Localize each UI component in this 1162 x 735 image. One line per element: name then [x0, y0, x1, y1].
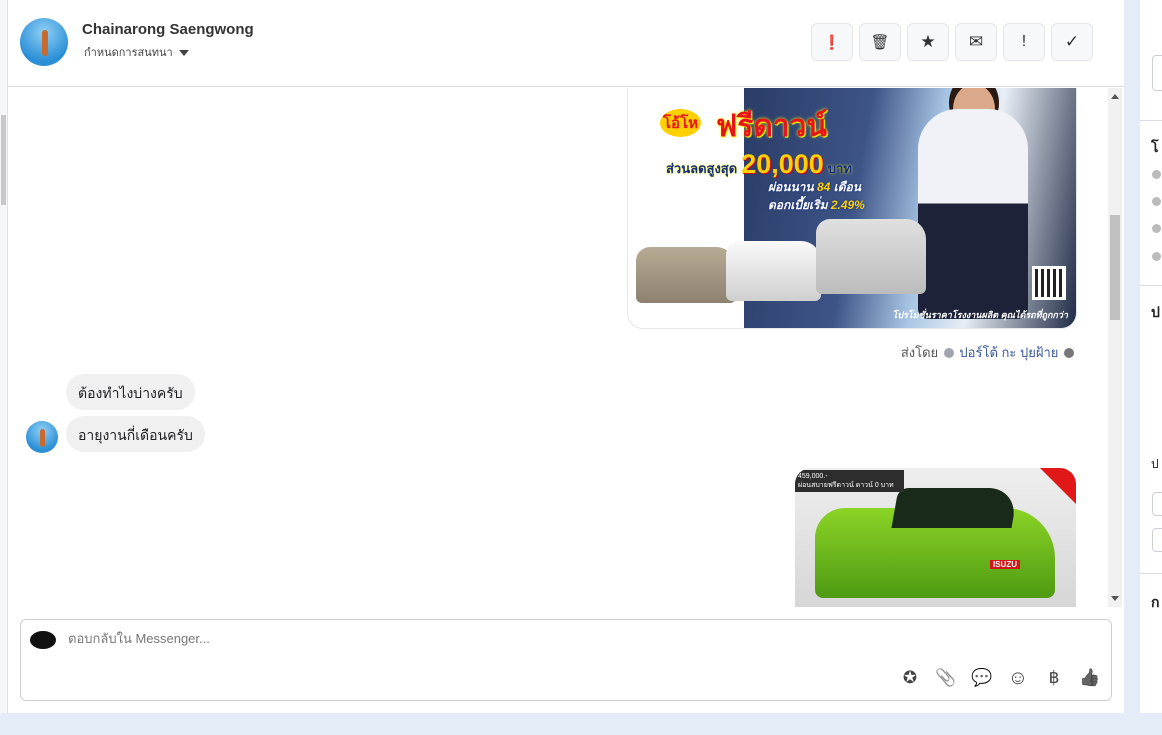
truck-caption: ผ่อนสบายฟรีดาวน์ ดาวน์ 0 บาท — [798, 482, 894, 489]
thread-scrollbar[interactable] — [1108, 88, 1122, 607]
reply-input[interactable] — [68, 631, 968, 646]
star-button[interactable]: ★ — [907, 23, 949, 61]
emoji-button[interactable]: ☺ — [1007, 667, 1029, 689]
assign-conversation-dropdown[interactable]: กำหนดการสนทนา — [84, 43, 189, 61]
car-silver — [636, 247, 736, 303]
installment-prefix: ผ่อนนาน — [768, 180, 814, 194]
like-button[interactable]: 👍 — [1079, 667, 1101, 689]
car-white-truck — [816, 219, 926, 294]
conversation-panel: Chainarong Saengwong กำหนดการสนทนา ❗ 🗑 ★… — [8, 0, 1124, 713]
message-thread: โอ้โห ฟรีดาวน์ ส่วนลดสูงสุด 20,000 บาท ผ่อ… — [8, 88, 1124, 607]
divider — [1140, 285, 1162, 286]
mark-spam-button[interactable]: ❗ — [811, 23, 853, 61]
sent-by-line: ส่งโดย ปอร์โต้ กะ ปุยฝ้าย — [901, 342, 1076, 363]
label-field[interactable] — [1152, 528, 1162, 552]
saved-reply-button[interactable]: ✪ — [899, 667, 921, 689]
interest-prefix: ดอกเบี้ยเริ่ม — [768, 198, 828, 212]
section-heading: ก — [1151, 594, 1160, 610]
discount-unit: บาท — [827, 161, 852, 176]
clock-icon — [1152, 170, 1161, 179]
header-actions: ❗ 🗑 ★ ✉ ! ✓ — [811, 23, 1093, 61]
section-heading: ป — [1151, 457, 1159, 471]
work-icon — [1152, 197, 1161, 206]
left-scrollbar-thumb[interactable] — [1, 115, 6, 205]
help-icon[interactable] — [1064, 348, 1074, 358]
attach-button[interactable]: 📎 — [935, 667, 957, 689]
thread-scrollbar-thumb[interactable] — [1110, 215, 1120, 320]
scroll-up-icon[interactable] — [1111, 94, 1119, 99]
contact-name[interactable]: Chainarong Saengwong — [82, 21, 254, 38]
divider — [1140, 120, 1162, 121]
check-icon: ✓ — [1064, 32, 1080, 51]
mark-unread-button[interactable]: ✉ — [955, 23, 997, 61]
contact-details-panel: โ ป ป ก — [1140, 0, 1162, 713]
label-field[interactable] — [1152, 492, 1162, 516]
truck-window — [891, 488, 1019, 528]
thumbs-up-icon: 👍 — [1079, 668, 1101, 687]
location-icon — [1152, 252, 1161, 261]
promo-headline: ฟรีดาวน์ — [716, 110, 828, 143]
caret-down-icon — [178, 50, 189, 57]
delete-button[interactable]: 🗑 — [859, 23, 901, 61]
installment-unit: เดือน — [833, 180, 861, 194]
truck-image-message[interactable]: 459,000.- ผ่อนสบายฟรีดาวน์ ดาวน์ 0 บาท IS… — [795, 468, 1076, 607]
chat-bubble-icon: 💬 — [971, 668, 993, 687]
education-icon — [1152, 224, 1161, 233]
payment-button[interactable]: ฿ — [1043, 667, 1065, 689]
composer-tools: ✪ 📎 💬 ☺ ฿ 👍 — [899, 667, 1101, 689]
incoming-message: ต้องทำไงบ่างครับ — [66, 374, 195, 410]
incoming-message: อายุงานกี่เดือนครับ — [66, 416, 205, 452]
details-field[interactable] — [1152, 55, 1162, 91]
star-icon: ★ — [920, 32, 936, 51]
promo-interest: ดอกเบี้ยเริ่ม 2.49% — [768, 196, 865, 214]
sent-by-label: ส่งโดย — [900, 345, 939, 360]
section-heading: ป — [1151, 304, 1160, 320]
promo-terms: ผ่อนนาน 84 เดือน ดอกเบี้ยเริ่ม 2.49% — [768, 178, 865, 214]
trash-icon: 🗑 — [870, 34, 890, 51]
interest-rate: 2.49% — [830, 198, 865, 212]
divider — [1140, 573, 1162, 574]
promo-installment: ผ่อนนาน 84 เดือน — [768, 178, 865, 196]
promo-image-message[interactable]: โอ้โห ฟรีดาวน์ ส่วนลดสูงสุด 20,000 บาท ผ่อ… — [627, 88, 1077, 329]
saved-reply-icon: ✪ — [902, 668, 918, 687]
envelope-icon: ✉ — [968, 32, 984, 51]
promo-discount: ส่วนลดสูงสุด 20,000 บาท — [666, 149, 852, 180]
car-white-pickup — [726, 241, 821, 301]
promo-footer: โปรโมชั่นราคาโรงงานผลิต คุณได้รถที่ถูกกว… — [892, 310, 1068, 320]
page-avatar — [30, 631, 56, 649]
mark-done-button[interactable]: ✓ — [1051, 23, 1093, 61]
discount-prefix: ส่วนลดสูงสุด — [666, 161, 738, 176]
model-figure — [918, 109, 1028, 319]
emoji-icon: ☺ — [1007, 666, 1029, 689]
conversation-header: Chainarong Saengwong กำหนดการสนทนา ❗ 🗑 ★… — [8, 0, 1124, 87]
contact-avatar-small[interactable] — [26, 421, 58, 453]
section-heading: โ — [1151, 139, 1159, 155]
alert-circle-icon: ❗ — [823, 33, 841, 50]
installment-months: 84 — [816, 180, 831, 194]
scroll-down-icon[interactable] — [1111, 596, 1119, 601]
truck-price: 459,000.- ผ่อนสบายฟรีดาวน์ ดาวน์ 0 บาท — [795, 470, 904, 492]
follow-up-button[interactable]: ! — [1003, 23, 1045, 61]
dealer-logo-corner — [1040, 468, 1076, 504]
promo-badge: โอ้โห — [660, 109, 702, 137]
left-scrollbar[interactable] — [0, 0, 8, 713]
verified-icon — [943, 348, 954, 358]
qr-code — [1032, 266, 1066, 300]
baht-icon: ฿ — [1048, 668, 1060, 687]
contact-avatar[interactable] — [20, 18, 68, 66]
assign-label: กำหนดการสนทนา — [84, 47, 173, 59]
sent-by-name[interactable]: ปอร์โต้ กะ ปุยฝ้าย — [959, 345, 1058, 360]
truck-price-value: 459,000.- — [798, 473, 828, 480]
reply-composer: ✪ 📎 💬 ☺ ฿ 👍 — [20, 619, 1112, 701]
exclamation-icon: ! — [1021, 33, 1027, 50]
quick-reply-button[interactable]: 💬 — [971, 667, 993, 689]
paperclip-icon: 📎 — [935, 668, 957, 687]
discount-amount: 20,000 — [741, 149, 824, 179]
truck-brand: ISUZU — [990, 560, 1020, 569]
